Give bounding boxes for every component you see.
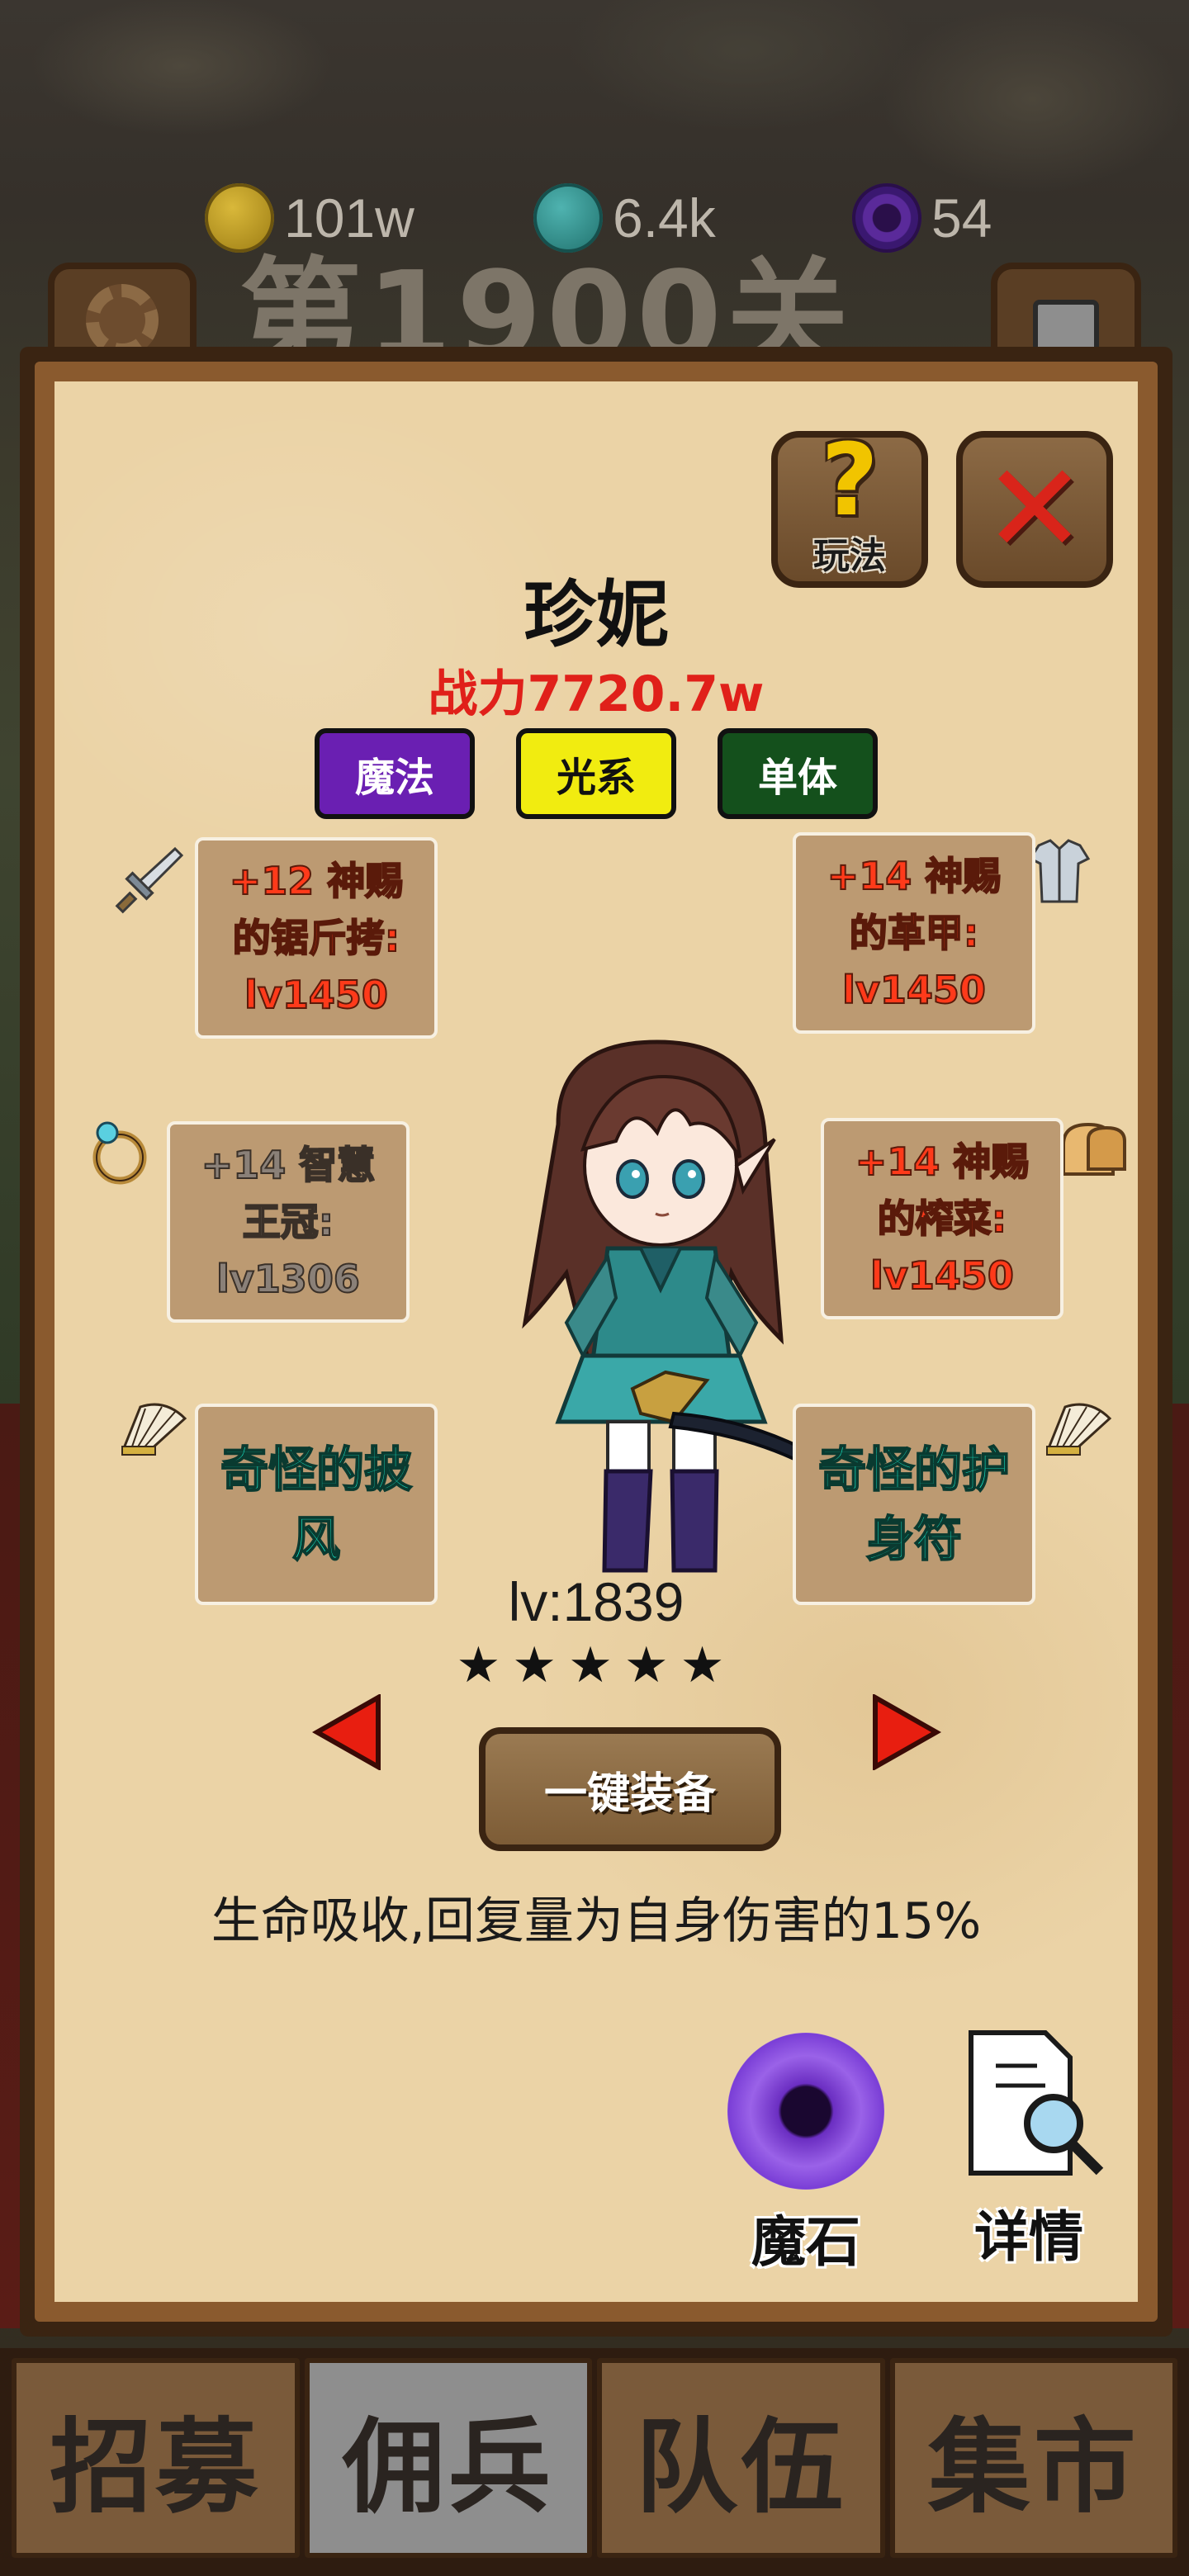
details-button[interactable]: 详情	[946, 2024, 1111, 2272]
previous-hero-button[interactable]	[311, 1693, 381, 1772]
tab-recruit[interactable]: 招募	[12, 2358, 300, 2558]
bottom-tab-bar: 招募 佣兵 队伍 集市	[0, 2348, 1189, 2576]
fan-icon	[1040, 1390, 1115, 1465]
next-hero-button[interactable]	[872, 1693, 942, 1772]
hero-panel: ? 玩法 ✕ 珍妮 战力7720.7w 魔法 光系 单体 +12 神赐 的锯斤拷…	[20, 347, 1172, 2337]
equip-slot-ring[interactable]: +14 智慧 王冠: lv1306	[167, 1121, 410, 1323]
ring-icon	[83, 1115, 157, 1189]
equip-amulet-label: 奇怪的护 身符	[817, 1441, 1011, 1568]
equip-cape-label: 奇怪的披 风	[220, 1441, 413, 1568]
fan-icon	[116, 1390, 190, 1465]
gold-coin-icon	[205, 183, 274, 253]
hero-tags: 魔法 光系 单体	[54, 728, 1138, 819]
gold-amount: 101w	[284, 187, 414, 249]
gem-amount: 6.4k	[613, 187, 716, 249]
magic-stone-orb-icon	[727, 2033, 884, 2190]
magic-stone-label: 魔石	[751, 2210, 860, 2274]
bread-icon	[1055, 1111, 1130, 1186]
magic-stone-counter: 54	[852, 183, 992, 253]
tag-element: 光系	[516, 728, 676, 819]
equip-all-button[interactable]: 一键装备	[479, 1727, 781, 1851]
gem-counter: 6.4k	[533, 183, 716, 253]
magic-stone-amount: 54	[931, 187, 992, 249]
details-label: 详情	[974, 2205, 1083, 2269]
level-title: 第1900关	[239, 246, 854, 353]
equip-slot-weapon[interactable]: +12 神赐 的锯斤拷: lv1450	[195, 837, 438, 1039]
equip-food-label: +14 神赐 的榨菜: lv1450	[855, 1139, 1030, 1299]
skill-description: 生命吸收,回复量为自身伤害的15%	[211, 1892, 982, 1950]
tab-mercenaries[interactable]: 佣兵	[304, 2358, 592, 2558]
arrow-right-icon	[873, 1693, 942, 1772]
tab-market[interactable]: 集市	[889, 2358, 1177, 2558]
close-icon: ✕	[983, 438, 1087, 581]
equip-slot-armor[interactable]: +14 神赐 的革甲: lv1450	[793, 832, 1035, 1034]
hero-name: 珍妮	[523, 572, 669, 657]
hero-stars: ★★★★★	[456, 1636, 737, 1694]
equip-weapon-label: +12 神赐 的锯斤拷: lv1450	[229, 858, 405, 1018]
sword-icon	[111, 844, 185, 918]
hero-panel-parchment: ? 玩法 ✕ 珍妮 战力7720.7w 魔法 光系 单体 +12 神赐 的锯斤拷…	[35, 362, 1158, 2322]
equip-armor-label: +14 神赐 的革甲: lv1450	[827, 853, 1002, 1013]
gem-icon	[533, 183, 603, 253]
gear-icon	[86, 284, 159, 357]
magic-stone-button[interactable]: 魔石	[723, 2033, 888, 2277]
tab-team[interactable]: 队伍	[597, 2358, 885, 2558]
arrow-left-icon	[311, 1693, 381, 1772]
magnifier-document-icon	[969, 2030, 1104, 2176]
magic-stone-icon	[852, 183, 921, 253]
question-icon: ?	[821, 424, 879, 538]
hero-power: 战力7720.7w	[428, 665, 765, 723]
tag-target: 单体	[718, 728, 878, 819]
equip-ring-label: +14 智慧 王冠: lv1306	[201, 1142, 377, 1302]
tag-magic: 魔法	[315, 728, 475, 819]
gold-counter: 101w	[205, 183, 414, 253]
hero-level: lv:1839	[508, 1571, 685, 1632]
